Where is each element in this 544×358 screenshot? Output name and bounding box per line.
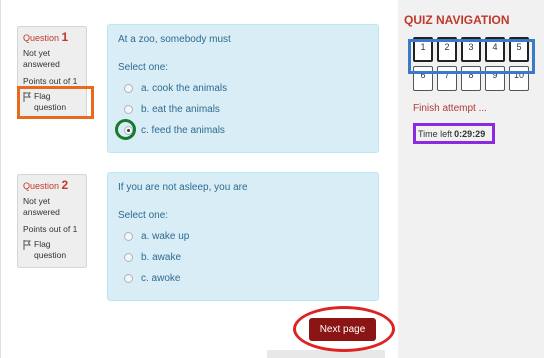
question-2-text: If you are not asleep, you are xyxy=(118,182,248,193)
question-2-number-value: 2 xyxy=(61,178,69,192)
answer-label: a. wake up xyxy=(141,231,190,242)
question-1-prompt: Select one: xyxy=(118,62,169,73)
question-1-answer-b[interactable]: b. eat the animals xyxy=(118,99,368,120)
radio-button[interactable] xyxy=(124,253,133,262)
question-1-answer-c[interactable]: c. feed the animals xyxy=(118,120,368,141)
question-2-number: Question 2 xyxy=(23,178,81,192)
quiz-navigation-title: QUIZ NAVIGATION xyxy=(404,13,510,27)
question-2-answer-c[interactable]: c. awoke xyxy=(118,268,368,289)
flag-icon xyxy=(23,240,31,250)
answer-label: c. feed the animals xyxy=(141,125,225,136)
question-2-status: Not yet answered xyxy=(23,196,60,217)
nav-row-highlight xyxy=(408,39,535,74)
answer-label: c. awoke xyxy=(141,273,181,284)
question-1-number: Question 1 xyxy=(23,30,81,44)
radio-button[interactable] xyxy=(124,105,133,114)
quiz-page: Question 1 Not yet answered Points out o… xyxy=(0,0,544,358)
question-1-label: Question xyxy=(23,33,60,43)
question-1-answer-a[interactable]: a. cook the animals xyxy=(118,78,368,99)
answer-label: b. awake xyxy=(141,252,182,263)
radio-button[interactable] xyxy=(124,84,133,93)
question-1-content: At a zoo, somebody must Select one: a. c… xyxy=(107,24,379,153)
question-1-text: At a zoo, somebody must xyxy=(118,34,231,45)
question-2-answer-b[interactable]: b. awake xyxy=(118,247,368,268)
question-2-prompt: Select one: xyxy=(118,210,169,221)
footer-strip xyxy=(267,350,385,358)
time-left-value: 0:29:29 xyxy=(454,128,486,139)
quiz-main-region: Question 1 Not yet answered Points out o… xyxy=(0,0,398,358)
question-2-flag-button[interactable]: Flag question xyxy=(23,239,81,261)
question-2-label: Question xyxy=(23,181,60,191)
time-left-box: Time left 0:29:29 xyxy=(413,123,495,144)
radio-button[interactable] xyxy=(124,232,133,241)
time-left-label: Time left xyxy=(418,128,453,139)
question-2-answer-a[interactable]: a. wake up xyxy=(118,226,368,247)
question-2-flag-label: Flag question xyxy=(34,239,67,260)
quiz-navigation-panel: QUIZ NAVIGATION 1 2 3 4 5 6 7 8 9 10 Fin… xyxy=(404,13,536,144)
next-page-button[interactable]: Next page xyxy=(309,318,376,341)
question-2-grade: Points out of 1 xyxy=(23,224,78,234)
question-1-number-value: 1 xyxy=(61,30,69,44)
answer-label: b. eat the animals xyxy=(141,104,220,115)
question-2-info: Question 2 Not yet answered Points out o… xyxy=(17,174,87,268)
selected-answer-highlight xyxy=(115,119,136,140)
radio-button[interactable] xyxy=(124,274,133,283)
flag-highlight-box xyxy=(17,86,94,119)
answer-label: a. cook the animals xyxy=(141,83,228,94)
question-2-content: If you are not asleep, you are Select on… xyxy=(107,172,379,301)
question-1-status: Not yet answered xyxy=(23,48,60,69)
finish-attempt-link[interactable]: Finish attempt ... xyxy=(413,103,536,114)
